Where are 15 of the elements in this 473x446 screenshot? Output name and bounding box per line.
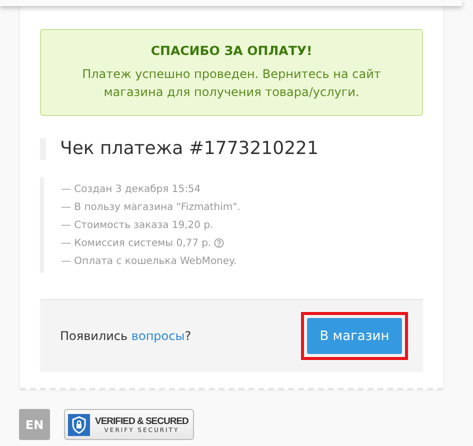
detail-text: — Стоимость заказа 19,20 р. xyxy=(61,220,214,230)
receipt-title: Чек платежа #1773210221 xyxy=(40,138,423,160)
shield-lock-icon xyxy=(68,414,90,436)
badge-title: VERIFIED & SECURED xyxy=(95,416,188,426)
detail-text: — В пользу магазина "Fizmathim". xyxy=(61,202,240,212)
language-button[interactable]: EN xyxy=(19,409,50,440)
question-text: Появились вопросы? xyxy=(60,329,192,343)
detail-text: — Создан 3 декабря 15:54 xyxy=(61,184,201,194)
alert-title: СПАСИБО ЗА ОПЛАТУ! xyxy=(150,43,314,58)
alert-message: Платеж успешно проведен. Вернитесь на сайт магазина для получения товара/услуги. xyxy=(81,66,382,101)
questions-link[interactable]: вопросы xyxy=(131,329,185,343)
detail-text: — Оплата с кошелька WebMoney. xyxy=(61,256,237,266)
help-icon[interactable] xyxy=(214,238,224,248)
detail-text: — Комиссия системы 0,77 р. xyxy=(61,238,212,248)
shop-button[interactable]: В магазин xyxy=(307,318,402,354)
